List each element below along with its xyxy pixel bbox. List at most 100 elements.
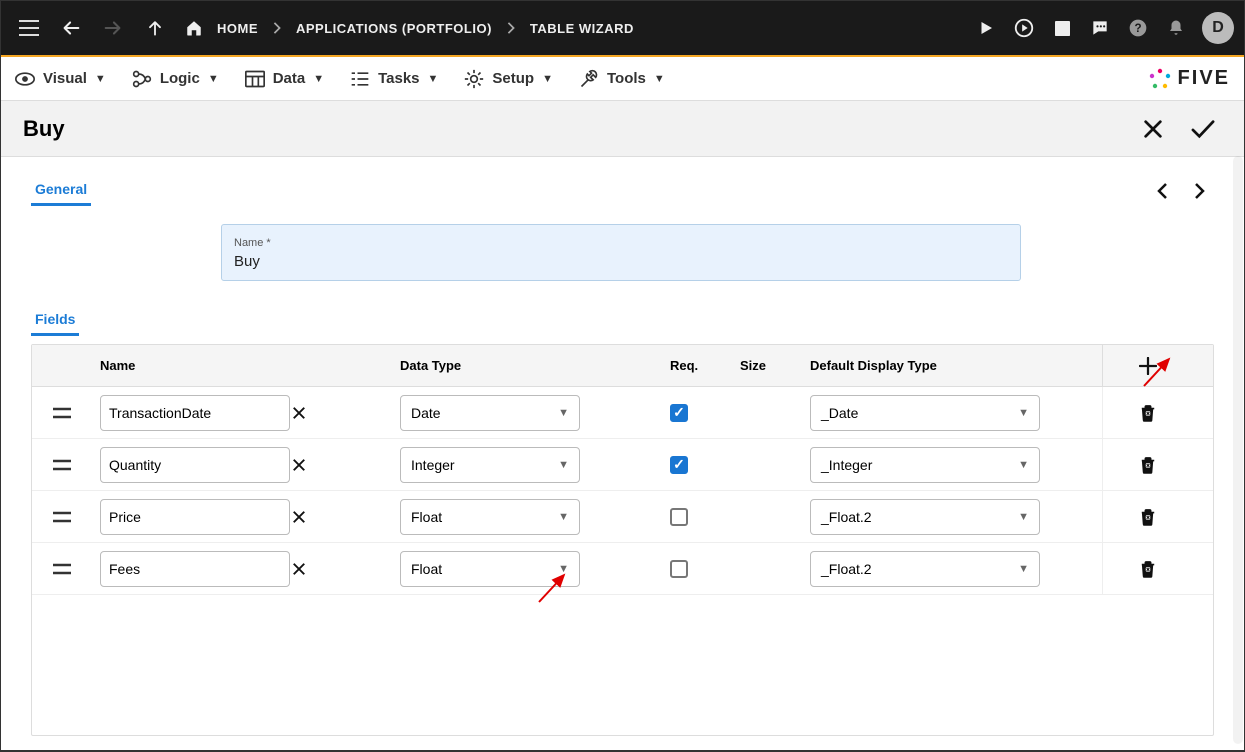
- menu-label: Data: [273, 70, 306, 87]
- stop-icon[interactable]: [1044, 10, 1080, 46]
- col-size: Size: [732, 358, 802, 373]
- table-icon: [245, 70, 265, 88]
- menu-setup[interactable]: Setup ▼: [464, 69, 553, 89]
- field-name-input[interactable]: [100, 499, 290, 535]
- data-type-select[interactable]: Integer ▼: [400, 447, 580, 483]
- data-type-select[interactable]: Date ▼: [400, 395, 580, 431]
- avatar[interactable]: D: [1202, 12, 1234, 44]
- table-row: Integer ▼ _Integer ▼: [32, 439, 1213, 491]
- menubar: Visual ▼ Logic ▼ Data ▼ Tasks ▼ Setup ▼ …: [1, 57, 1244, 101]
- caret-down-icon: ▼: [558, 407, 569, 419]
- field-name-input[interactable]: [100, 395, 290, 431]
- caret-down-icon: ▼: [1018, 511, 1029, 523]
- brand-logo-icon: [1148, 67, 1172, 91]
- next-tab-button[interactable]: [1184, 176, 1214, 206]
- brand: FIVE: [1148, 67, 1230, 91]
- col-displaytype: Default Display Type: [802, 358, 1102, 373]
- breadcrumb-table-wizard[interactable]: TABLE WIZARD: [522, 17, 642, 40]
- caret-down-icon: ▼: [1018, 563, 1029, 575]
- drag-handle-icon[interactable]: [32, 459, 92, 471]
- data-type-value: Date: [411, 405, 441, 421]
- drag-handle-icon[interactable]: [32, 407, 92, 419]
- required-checkbox[interactable]: [670, 508, 688, 526]
- tab-general[interactable]: General: [31, 175, 91, 206]
- display-type-select[interactable]: _Float.2 ▼: [810, 551, 1040, 587]
- caret-down-icon: ▼: [542, 73, 553, 85]
- menu-label: Setup: [492, 70, 534, 87]
- menu-label: Visual: [43, 70, 87, 87]
- clear-icon[interactable]: [290, 406, 308, 420]
- field-name-text[interactable]: [109, 457, 290, 473]
- menu-visual[interactable]: Visual ▼: [15, 70, 106, 87]
- tools-icon: [579, 69, 599, 89]
- required-checkbox[interactable]: [670, 456, 688, 474]
- prev-tab-button[interactable]: [1148, 176, 1178, 206]
- clear-icon[interactable]: [290, 562, 308, 576]
- field-name-text[interactable]: [109, 561, 290, 577]
- data-type-value: Float: [411, 509, 442, 525]
- grid-header: Name Data Type Req. Size Default Display…: [32, 345, 1213, 387]
- bell-icon[interactable]: [1158, 10, 1194, 46]
- breadcrumb: HOME APPLICATIONS (PORTFOLIO) TABLE WIZA…: [185, 10, 642, 46]
- caret-down-icon: ▼: [1018, 407, 1029, 419]
- titlebar: Buy: [1, 101, 1244, 157]
- add-row-button[interactable]: [1102, 345, 1192, 386]
- field-name-input[interactable]: [100, 551, 290, 587]
- logic-icon: [132, 70, 152, 88]
- chat-icon[interactable]: [1082, 10, 1118, 46]
- display-type-value: _Integer: [821, 457, 872, 473]
- clear-icon[interactable]: [290, 510, 308, 524]
- name-field-value: Buy: [234, 253, 1008, 270]
- topbar: HOME APPLICATIONS (PORTFOLIO) TABLE WIZA…: [1, 1, 1244, 55]
- data-type-select[interactable]: Float ▼: [400, 551, 580, 587]
- menu-tasks[interactable]: Tasks ▼: [350, 70, 438, 88]
- menu-tools[interactable]: Tools ▼: [579, 69, 665, 89]
- menu-label: Logic: [160, 70, 200, 87]
- data-type-select[interactable]: Float ▼: [400, 499, 580, 535]
- breadcrumb-applications[interactable]: APPLICATIONS (PORTFOLIO): [288, 17, 500, 40]
- cancel-button[interactable]: [1134, 110, 1172, 148]
- vertical-scrollbar[interactable]: [1233, 156, 1243, 744]
- nav-back-icon[interactable]: [53, 10, 89, 46]
- delete-row-button[interactable]: [1111, 404, 1184, 422]
- drag-handle-icon[interactable]: [32, 511, 92, 523]
- deploy-icon[interactable]: [1006, 10, 1042, 46]
- drag-handle-icon[interactable]: [32, 563, 92, 575]
- caret-down-icon: ▼: [558, 563, 569, 575]
- fields-grid: Name Data Type Req. Size Default Display…: [31, 344, 1214, 736]
- hamburger-menu-icon[interactable]: [11, 10, 47, 46]
- menu-logic[interactable]: Logic ▼: [132, 70, 219, 88]
- name-field[interactable]: Name * Buy: [221, 224, 1021, 281]
- help-icon[interactable]: ?: [1120, 10, 1156, 46]
- breadcrumb-home[interactable]: HOME: [209, 17, 266, 40]
- display-type-select[interactable]: _Float.2 ▼: [810, 499, 1040, 535]
- delete-row-button[interactable]: [1111, 508, 1184, 526]
- menu-data[interactable]: Data ▼: [245, 70, 324, 88]
- field-name-input[interactable]: [100, 447, 290, 483]
- delete-row-button[interactable]: [1111, 456, 1184, 474]
- caret-down-icon: ▼: [313, 73, 324, 85]
- display-type-select[interactable]: _Date ▼: [810, 395, 1040, 431]
- svg-text:?: ?: [1134, 22, 1141, 35]
- data-type-value: Float: [411, 561, 442, 577]
- caret-down-icon: ▼: [428, 73, 439, 85]
- table-row: Float ▼ _Float.2 ▼: [32, 543, 1213, 595]
- required-checkbox[interactable]: [670, 560, 688, 578]
- tab-fields[interactable]: Fields: [31, 305, 79, 336]
- display-type-select[interactable]: _Integer ▼: [810, 447, 1040, 483]
- menu-label: Tasks: [378, 70, 419, 87]
- required-checkbox[interactable]: [670, 404, 688, 422]
- home-icon[interactable]: [185, 10, 203, 46]
- run-icon[interactable]: [968, 10, 1004, 46]
- table-row: Date ▼ _Date ▼: [32, 387, 1213, 439]
- caret-down-icon: ▼: [558, 511, 569, 523]
- nav-up-icon[interactable]: [137, 10, 173, 46]
- chevron-right-icon: [506, 22, 516, 34]
- save-button[interactable]: [1184, 110, 1222, 148]
- display-type-value: _Float.2: [821, 561, 872, 577]
- field-name-text[interactable]: [109, 405, 290, 421]
- delete-row-button[interactable]: [1111, 560, 1184, 578]
- field-name-text[interactable]: [109, 509, 290, 525]
- table-row: Float ▼ _Float.2 ▼: [32, 491, 1213, 543]
- clear-icon[interactable]: [290, 458, 308, 472]
